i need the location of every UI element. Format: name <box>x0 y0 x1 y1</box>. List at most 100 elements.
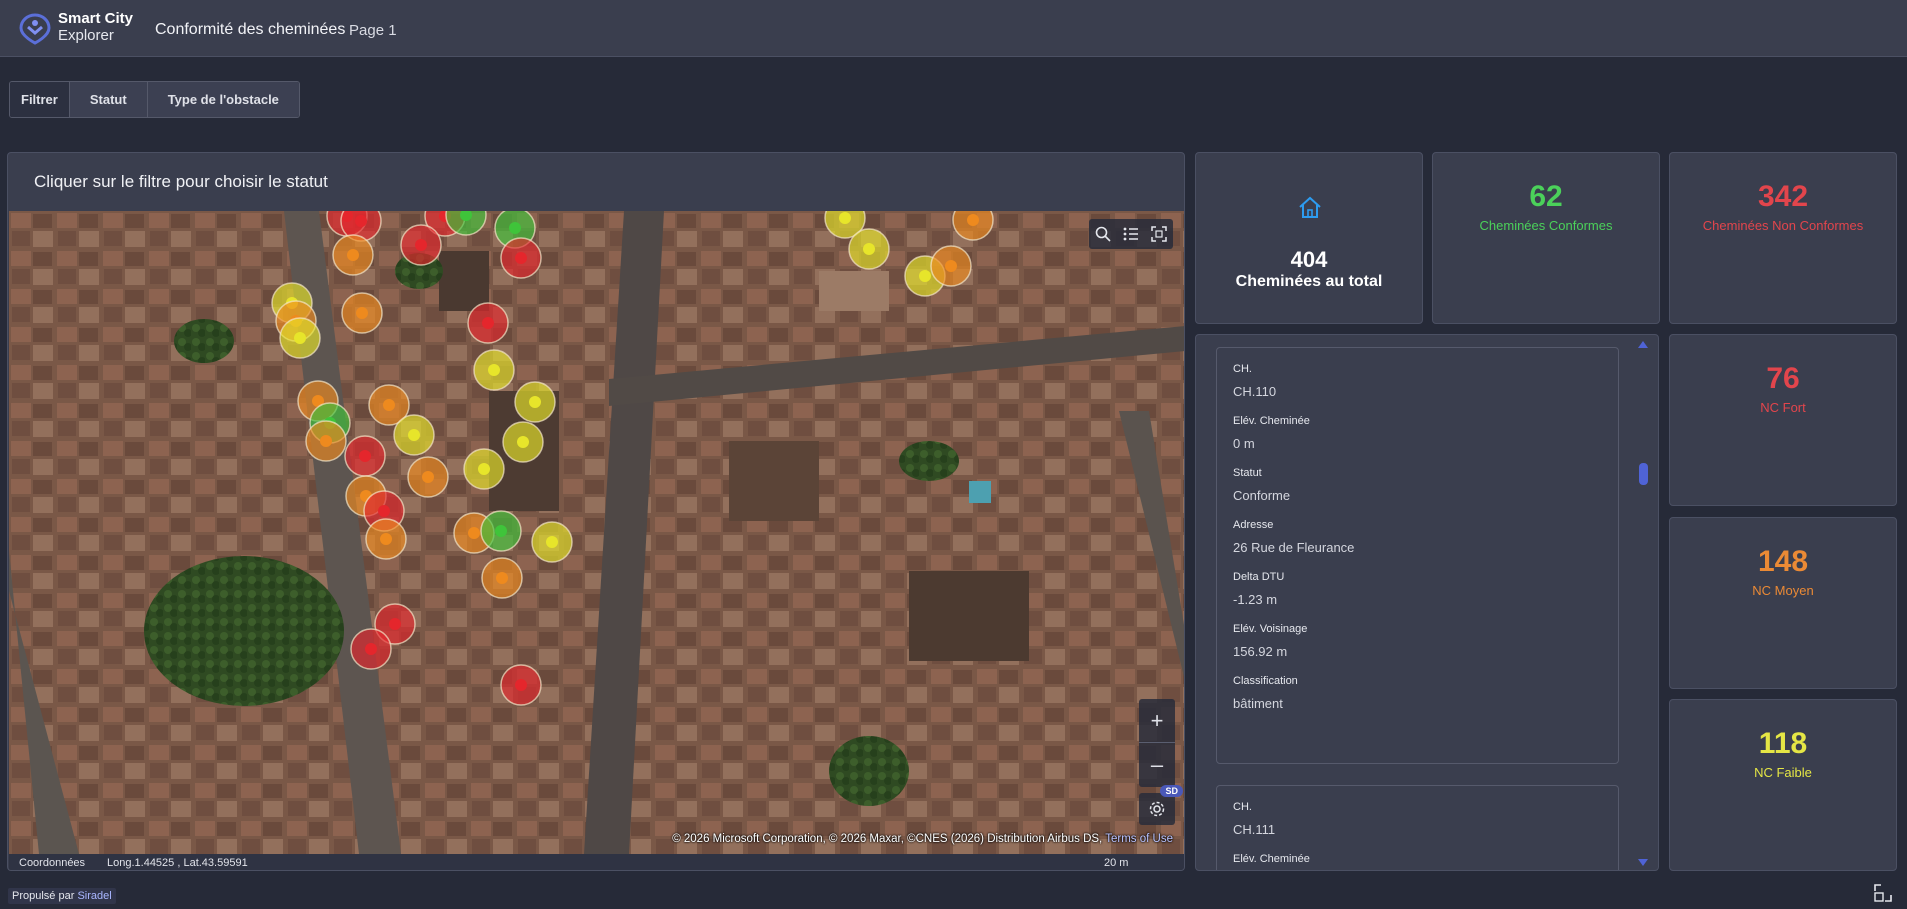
conformes-label: Cheminées Conformes <box>1479 218 1613 233</box>
chimney-marker[interactable] <box>848 228 890 270</box>
filter-label-button[interactable]: Filtrer <box>10 82 70 117</box>
powered-by-text: Propulsé par <box>12 890 75 902</box>
field-elevation: Elév. Cheminée 0 m <box>1217 415 1618 451</box>
field-value: -1.23 m <box>1233 592 1278 607</box>
field-label: Statut <box>1233 467 1262 479</box>
nc-moyen-label: NC Moyen <box>1752 583 1814 598</box>
brand: Smart City Explorer <box>58 10 133 44</box>
chimney-marker[interactable] <box>467 302 509 344</box>
filter-obstacle-type-button[interactable]: Type de l'obstacle <box>147 82 299 117</box>
field-ch: CH. CH.111 <box>1217 801 1618 837</box>
field-label: Elév. Cheminée <box>1233 853 1310 865</box>
field-classification: Classification bâtiment <box>1217 675 1618 711</box>
field-statut: Statut Conforme <box>1217 467 1618 503</box>
field-label: Classification <box>1233 675 1298 687</box>
app-header: Smart City Explorer Conformité des chemi… <box>0 0 1907 57</box>
non-conformes-card[interactable]: 342 Cheminées Non Conformes <box>1669 152 1897 324</box>
total-label: Cheminées au total <box>1235 273 1383 290</box>
total-value: 404 <box>1290 247 1328 272</box>
nc-fort-card[interactable]: 76 NC Fort <box>1669 334 1897 506</box>
gear-icon <box>1149 801 1165 817</box>
field-adresse: Adresse 26 Rue de Fleurance <box>1217 519 1618 555</box>
field-label: Delta DTU <box>1233 571 1285 583</box>
chimney-marker[interactable] <box>393 414 435 456</box>
chimney-marker[interactable] <box>463 448 505 490</box>
legend-list-icon[interactable] <box>1121 224 1141 244</box>
total-chimneys-card[interactable]: 404 Cheminées au total <box>1195 152 1423 324</box>
field-label: Adresse <box>1233 519 1274 531</box>
chimney-marker[interactable] <box>350 628 392 670</box>
house-icon <box>1299 196 1321 218</box>
chimney-marker[interactable] <box>514 381 556 423</box>
conformes-card[interactable]: 62 Cheminées Conformes <box>1432 152 1660 324</box>
chimney-marker[interactable] <box>344 435 386 477</box>
page-label[interactable]: Page 1 <box>349 22 397 39</box>
map-attribution: © 2026 Microsoft Corporation, © 2026 Max… <box>672 833 1173 845</box>
chimney-marker[interactable] <box>332 234 374 276</box>
field-label: Elév. Cheminée <box>1233 415 1310 427</box>
chimney-marker[interactable] <box>930 245 972 287</box>
filter-statut-button[interactable]: Statut <box>69 82 148 117</box>
field-label: Elév. Voisinage <box>1233 623 1308 635</box>
vendor-link[interactable]: Siradel <box>77 890 111 902</box>
brand-line1: Smart City <box>58 10 134 27</box>
field-value: 26 Rue de Fleurance <box>1233 540 1355 555</box>
field-ch: CH. CH.110 <box>1217 363 1618 399</box>
field-value: 0 m <box>1233 436 1255 451</box>
scrollbar[interactable] <box>1638 335 1654 870</box>
aerial-map[interactable]: + – SD © 2026 Microsoft Corporation, © 2… <box>9 211 1184 854</box>
attribution-text: © 2026 Microsoft Corporation, © 2026 Max… <box>672 833 1103 845</box>
map-toolbar <box>1089 219 1173 249</box>
coordinates-value: Long.1.44525 , Lat.43.59591 <box>107 857 248 869</box>
nc-fort-value: 76 <box>1766 362 1800 395</box>
chimney-marker[interactable] <box>473 349 515 391</box>
field-value: CH.111 <box>1233 822 1276 837</box>
chimney-marker[interactable] <box>952 211 994 241</box>
chimney-marker[interactable] <box>481 557 523 599</box>
field-delta-dtu: Delta DTU -1.23 m <box>1217 571 1618 607</box>
filter-bar: Filtrer Statut Type de l'obstacle <box>9 81 300 118</box>
map-caption: Cliquer sur le filtre pour choisir le st… <box>34 172 328 191</box>
field-elevation: Elév. Cheminée <box>1217 853 1618 865</box>
powered-by: Propulsé par Siradel <box>8 888 116 904</box>
scroll-down-arrow-icon[interactable] <box>1638 859 1648 866</box>
chimney-marker[interactable] <box>480 510 522 552</box>
field-label: CH. <box>1233 801 1252 813</box>
nc-faible-card[interactable]: 118 NC Faible <box>1669 699 1897 871</box>
chimney-markers <box>271 211 994 706</box>
map-style-badge: SD <box>1160 785 1183 797</box>
select-area-icon[interactable] <box>1149 224 1169 244</box>
chimney-marker[interactable] <box>502 421 544 463</box>
scroll-thumb[interactable] <box>1639 463 1648 485</box>
chimney-marker[interactable] <box>341 292 383 334</box>
conformes-value: 62 <box>1529 180 1563 213</box>
chimney-marker[interactable] <box>400 224 442 266</box>
field-value: Conforme <box>1233 488 1291 503</box>
chimney-record: CH. CH.111 Elév. Cheminée <box>1216 785 1619 870</box>
scroll-up-arrow-icon[interactable] <box>1638 341 1648 348</box>
zoom-in-button[interactable]: + <box>1139 699 1175 743</box>
nc-moyen-card[interactable]: 148 NC Moyen <box>1669 517 1897 689</box>
field-value: bâtiment <box>1233 696 1283 711</box>
scale-label: 20 m <box>1104 857 1129 869</box>
chimney-marker[interactable] <box>365 518 407 560</box>
chimney-marker[interactable] <box>305 420 347 462</box>
chimney-marker[interactable] <box>531 521 573 563</box>
map-panel: Cliquer sur le filtre pour choisir le st… <box>7 152 1185 871</box>
nc-faible-value: 118 <box>1758 727 1808 760</box>
coordinates-bar: Coordonnées Long.1.44525 , Lat.43.59591 … <box>9 854 1184 870</box>
nc-fort-label: NC Fort <box>1760 400 1806 415</box>
zoom-out-button[interactable]: – <box>1139 743 1175 787</box>
chimney-marker[interactable] <box>500 237 542 279</box>
chimney-marker[interactable] <box>407 456 449 498</box>
chimney-details-list[interactable]: CH. CH.110 Elév. Cheminée 0 m Statut Con… <box>1195 334 1659 871</box>
report-title: Conformité des cheminées <box>155 21 346 38</box>
map-style-button[interactable] <box>1139 793 1175 825</box>
search-icon[interactable] <box>1093 224 1113 244</box>
field-value: CH.110 <box>1233 384 1277 399</box>
chimney-marker[interactable] <box>500 664 542 706</box>
field-voisinage: Elév. Voisinage 156.92 m <box>1217 623 1618 659</box>
chimney-marker[interactable] <box>279 317 321 359</box>
terms-of-use-link[interactable]: Terms of Use <box>1105 833 1173 845</box>
fullscreen-icon[interactable] <box>1873 883 1893 903</box>
